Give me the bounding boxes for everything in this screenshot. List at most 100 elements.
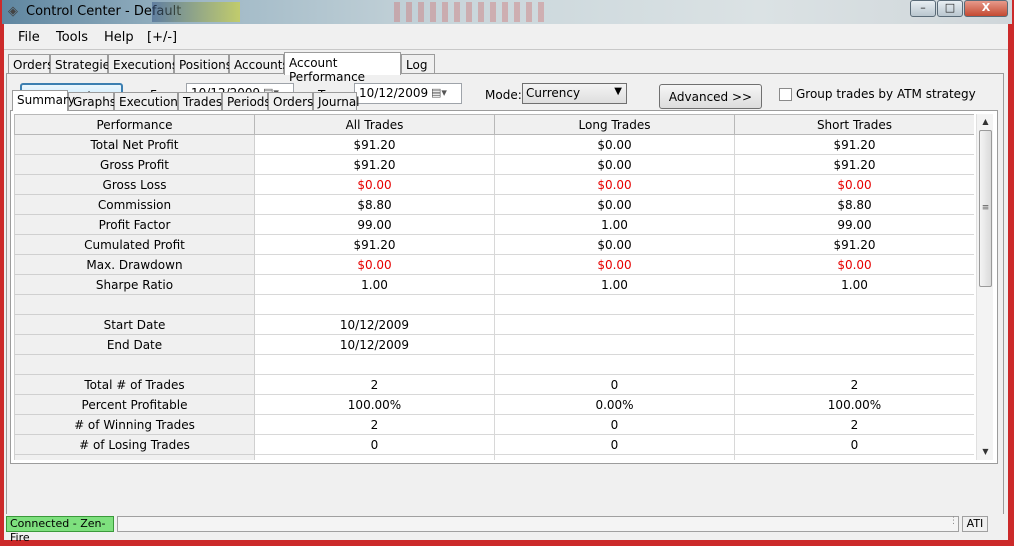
client-area: File Tools Help [+/-] Orders Strategies … — [4, 24, 1008, 544]
cell-long: $0.00 — [494, 234, 735, 255]
tab-strategies[interactable]: Strategies — [50, 54, 116, 74]
tab-account-performance[interactable]: Account Performance — [284, 52, 401, 84]
advanced-button[interactable]: Advanced >> — [659, 84, 762, 109]
mode-select[interactable]: Currency ▼ — [522, 83, 627, 104]
cell-all: $0.00 — [254, 174, 495, 195]
cell-all: 2 — [254, 374, 495, 395]
cell-long: $0.00 — [494, 134, 735, 155]
main-tabs: Orders Strategies Executions Positions A… — [4, 52, 1008, 84]
performance-table: Performance All Trades Long Trades Short… — [14, 114, 974, 460]
cell-short: 99.00 — [734, 214, 974, 235]
subtab-orders[interactable]: Orders — [268, 92, 313, 110]
row-label — [14, 294, 255, 315]
cell-short — [734, 454, 974, 460]
menu-help[interactable]: Help — [104, 30, 134, 45]
cell-short: 0 — [734, 434, 974, 455]
close-button[interactable]: X — [964, 0, 1008, 17]
group-atm-checkbox[interactable] — [779, 88, 792, 101]
cell-long: 0 — [494, 434, 735, 455]
tab-positions[interactable]: Positions — [174, 54, 232, 74]
table-row: Sharpe Ratio 1.00 1.00 1.00 — [14, 274, 974, 295]
tab-accounts[interactable]: Accounts — [229, 54, 289, 74]
cell-short: $91.20 — [734, 234, 974, 255]
cell-short: 2 — [734, 374, 974, 395]
minimize-button[interactable]: – — [910, 0, 936, 17]
row-label: Max. Drawdown — [14, 254, 255, 275]
header-all-trades[interactable]: All Trades — [254, 114, 495, 135]
summary-panel: Performance All Trades Long Trades Short… — [10, 110, 998, 464]
cell-long: 1.00 — [494, 274, 735, 295]
cell-all: 10/12/2009 — [254, 334, 495, 355]
cell-all: 2 — [254, 414, 495, 435]
row-label: Sharpe Ratio — [14, 274, 255, 295]
to-date-value: 10/12/2009 — [359, 86, 429, 100]
subtab-trades[interactable]: Trades — [178, 92, 222, 110]
cell-long: 1.00 — [494, 214, 735, 235]
cell-short — [734, 354, 974, 375]
cell-long: $0.00 — [494, 194, 735, 215]
cell-long — [494, 314, 735, 335]
cell-long — [494, 334, 735, 355]
diamond-icon: ◈ — [8, 4, 18, 19]
subtab-executions[interactable]: Executions — [114, 92, 184, 110]
cell-long: $0.00 — [494, 254, 735, 275]
maximize-button[interactable]: □ — [937, 0, 963, 17]
table-row: Total Net Profit $91.20 $0.00 $91.20 — [14, 134, 974, 155]
header-performance[interactable]: Performance — [14, 114, 255, 135]
row-label: Gross Profit — [14, 154, 255, 175]
calendar-icon[interactable]: ▤▾ — [431, 86, 447, 100]
cell-long — [494, 294, 735, 315]
vertical-scrollbar[interactable]: ▲ ≡ ▼ — [976, 114, 993, 460]
tab-log[interactable]: Log — [401, 54, 435, 74]
row-label: Total # of Trades — [14, 374, 255, 395]
table-row: Gross Loss $0.00 $0.00 $0.00 — [14, 174, 974, 195]
table-row: # of Winning Trades 2 0 2 — [14, 414, 974, 435]
to-date-picker[interactable]: 10/12/2009 ▤▾ — [354, 83, 462, 104]
tab-orders[interactable]: Orders — [8, 54, 53, 74]
tab-executions[interactable]: Executions — [108, 54, 178, 74]
table-row: Commission $8.80 $0.00 $8.80 — [14, 194, 974, 215]
table-row: # of Losing Trades 0 0 0 — [14, 434, 974, 455]
scroll-down-icon[interactable]: ▼ — [977, 444, 994, 460]
menu-tools[interactable]: Tools — [56, 30, 88, 45]
cell-long — [494, 354, 735, 375]
table-row: Total # of Trades 2 0 2 — [14, 374, 974, 395]
mode-value: Currency — [526, 86, 581, 100]
row-label: Commission — [14, 194, 255, 215]
row-label: # of Winning Trades — [14, 414, 255, 435]
scroll-up-icon[interactable]: ▲ — [977, 114, 994, 130]
background-ghost — [394, 2, 544, 22]
subtab-summary[interactable]: Summary — [12, 90, 75, 111]
table-row: Cumulated Profit $91.20 $0.00 $91.20 — [14, 234, 974, 255]
row-label: # of Losing Trades — [14, 434, 255, 455]
cell-short: 2 — [734, 414, 974, 435]
cell-all: 100.00% — [254, 394, 495, 415]
cell-short: $0.00 — [734, 254, 974, 275]
subtab-journal[interactable]: Journal — [313, 92, 360, 110]
chevron-down-icon: ▼ — [614, 86, 622, 97]
header-long-trades[interactable]: Long Trades — [494, 114, 735, 135]
cell-all: 10/12/2009 — [254, 314, 495, 335]
cell-long: 0 — [494, 414, 735, 435]
scroll-thumb[interactable]: ≡ — [979, 130, 992, 287]
subtab-periods[interactable]: Periods — [222, 92, 271, 110]
menu-toggle[interactable]: [+/-] — [147, 30, 177, 45]
cell-all: $91.20 — [254, 134, 495, 155]
header-short-trades[interactable]: Short Trades — [734, 114, 974, 135]
header-row: Performance All Trades Long Trades Short… — [14, 114, 974, 135]
mode-label: Mode: — [485, 88, 522, 102]
cell-all: $8.80 — [254, 194, 495, 215]
title-bar[interactable]: ◈ Control Center - Default – □ X — [2, 0, 1012, 24]
menu-file[interactable]: File — [18, 30, 40, 45]
cell-short: $8.80 — [734, 194, 974, 215]
performance-grid[interactable]: Performance All Trades Long Trades Short… — [14, 114, 974, 460]
cell-short — [734, 294, 974, 315]
cell-long: $0.00 — [494, 174, 735, 195]
row-label: Gross Loss — [14, 174, 255, 195]
table-row: End Date 10/12/2009 — [14, 334, 974, 355]
row-label: Profit Factor — [14, 214, 255, 235]
cell-short: $0.00 — [734, 174, 974, 195]
cell-all: 99.00 — [254, 214, 495, 235]
row-label: Start Date — [14, 314, 255, 335]
cell-all: 0 — [254, 434, 495, 455]
